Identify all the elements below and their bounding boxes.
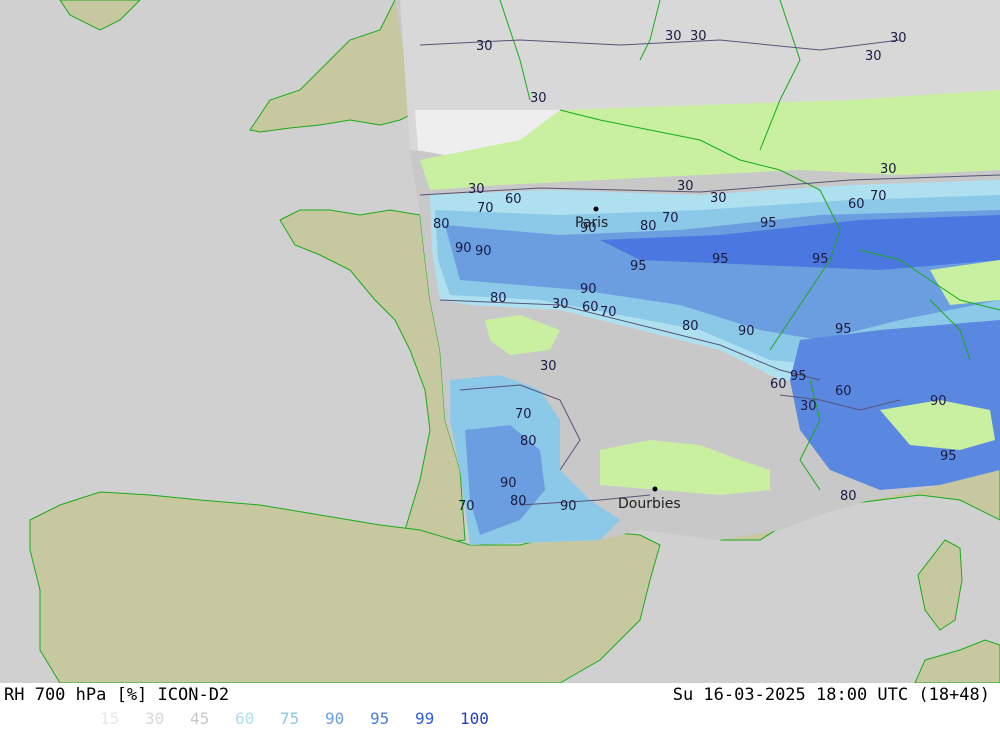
contour-label: 80 xyxy=(510,494,527,509)
contour-label: 80 xyxy=(520,434,537,449)
dourbies-marker xyxy=(652,486,658,492)
footer-bar: RH 700 hPa [%] ICON-D2 Su 16-03-2025 18:… xyxy=(0,683,1000,733)
contour-label: 90 xyxy=(580,282,597,297)
contour-label: 30 xyxy=(552,297,569,312)
color-legend: 15 30 45 60 75 90 95 99 100 xyxy=(100,709,505,728)
map-svg: 3030 30 3030303030 30607030 60708090 90807090… xyxy=(0,0,1000,683)
contour-label: 30 xyxy=(865,49,882,64)
contour-label: 95 xyxy=(712,252,729,267)
contour-label: 70 xyxy=(477,201,494,216)
contour-label: 60 xyxy=(770,377,787,392)
contour-label: 60 xyxy=(835,384,852,399)
contour-label: 30 xyxy=(468,182,485,197)
contour-label: 70 xyxy=(458,499,475,514)
contour-label: 60 xyxy=(582,300,599,315)
contour-label: 90 xyxy=(475,244,492,259)
contour-label: 30 xyxy=(530,91,547,106)
contour-label: 30 xyxy=(665,29,682,44)
contour-label: 30 xyxy=(677,179,694,194)
paris-label: Paris xyxy=(575,215,608,231)
contour-label: 60 xyxy=(848,197,865,212)
contour-label: 95 xyxy=(760,216,777,231)
contour-label: 95 xyxy=(835,322,852,337)
legend-item: 90 xyxy=(325,709,345,728)
legend-item: 99 xyxy=(415,709,435,728)
legend-item: 45 xyxy=(190,709,210,728)
contour-label: 30 xyxy=(690,29,707,44)
legend-item: 75 xyxy=(280,709,300,728)
legend-item: 30 xyxy=(145,709,165,728)
contour-label: 30 xyxy=(710,191,727,206)
contour-label: 30 xyxy=(880,162,897,177)
legend-item: 15 xyxy=(100,709,120,728)
contour-label: 30 xyxy=(890,31,907,46)
contour-label: 70 xyxy=(600,305,617,320)
dourbies-label: Dourbies xyxy=(618,496,681,512)
contour-label: 80 xyxy=(490,291,507,306)
contour-label: 30 xyxy=(540,359,557,374)
contour-label: 95 xyxy=(630,259,647,274)
contour-label: 30 xyxy=(476,39,493,54)
contour-label: 70 xyxy=(515,407,532,422)
contour-label: 95 xyxy=(812,252,829,267)
map-canvas: 30 30 30 30 30 30 30 30 30 60 70 30 60 70 80 90 90 80 70 90… xyxy=(0,0,1000,683)
contour-label: 80 xyxy=(840,489,857,504)
contour-label: 95 xyxy=(790,369,807,384)
contour-label: 90 xyxy=(560,499,577,514)
contour-label: 80 xyxy=(640,219,657,234)
paris-marker xyxy=(593,206,599,212)
contour-label: 90 xyxy=(455,241,472,256)
contour-label: 80 xyxy=(682,319,699,334)
contour-label: 95 xyxy=(940,449,957,464)
contour-label: 70 xyxy=(870,189,887,204)
valid-time: Su 16-03-2025 18:00 UTC (18+48) xyxy=(672,685,990,705)
legend-item: 95 xyxy=(370,709,390,728)
contour-label: 30 xyxy=(800,399,817,414)
contour-label: 90 xyxy=(738,324,755,339)
contour-label: 90 xyxy=(500,476,517,491)
contour-label: 80 xyxy=(433,217,450,232)
legend-item: 60 xyxy=(235,709,255,728)
contour-label: 90 xyxy=(930,394,947,409)
contour-label: 60 xyxy=(505,192,522,207)
legend-item: 100 xyxy=(460,709,489,728)
contour-label: 70 xyxy=(662,211,679,226)
product-title: RH 700 hPa [%] ICON-D2 xyxy=(4,685,230,705)
